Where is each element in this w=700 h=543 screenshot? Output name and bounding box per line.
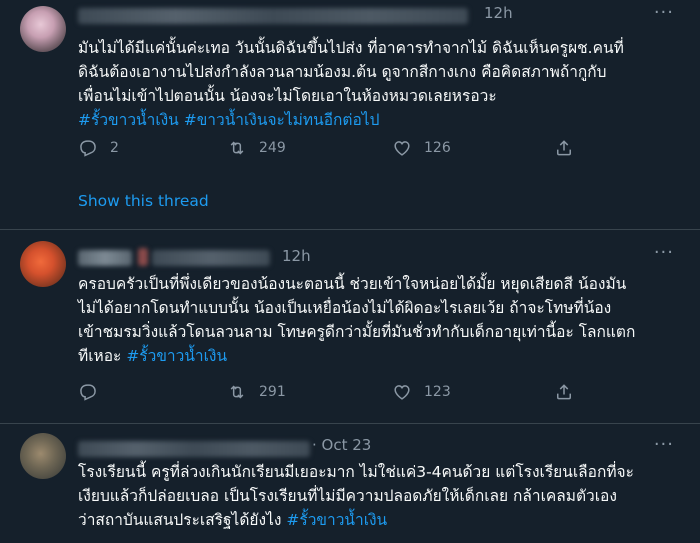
reply-icon (80, 140, 96, 157)
retweet-count: 291 (259, 384, 286, 400)
tweet-text-line: ครอบครัวเป็นที่พึ่งเดียวของน้องนะตอนนี้ … (78, 275, 627, 293)
tweet-text-line: เงียบแล้วก็ปล่อยเบลอ เป็นโรงเรียนที่ไม่ม… (78, 487, 617, 505)
reply-button[interactable] (78, 380, 110, 404)
tweet-text-line: ทีเหอะ (78, 347, 122, 365)
heart-icon (394, 141, 410, 156)
more-icon[interactable]: ··· (654, 242, 674, 263)
reply-count: 2 (110, 140, 119, 156)
hashtag-link[interactable]: #รั้วขาวน้ำเงิน (78, 111, 179, 129)
author-name-blurred[interactable] (78, 8, 468, 24)
tweet-text-line: ว่าสถาบันแสนประเสริฐได้ยังไง (78, 511, 282, 529)
author-badge-blurred (138, 248, 148, 266)
share-icon (557, 140, 571, 156)
author-name-blurred[interactable] (78, 250, 132, 266)
retweet-button[interactable]: 291 (227, 380, 286, 404)
tweet-actions: 2 249 126 (78, 136, 598, 160)
tweet-text-line: ดิฉันต้องเอางานไปส่งกำลังลวนลามน้องม.ต้น… (78, 63, 607, 81)
tweet-text-line: เพื่อนไม่เข้าไปตอนนั้น น้องจะไม่โดยเอาใน… (78, 87, 497, 105)
hashtag-link[interactable]: #รั้วขาวน้ำเงิน (286, 511, 387, 529)
hashtag-link[interactable]: #ขาวน้ำเงินจะไม่ทนอีกต่อไป (184, 111, 380, 129)
heart-icon (394, 385, 410, 400)
tweet-text: ครอบครัวเป็นที่พึ่งเดียวของน้องนะตอนนี้ … (78, 272, 690, 368)
avatar[interactable] (20, 6, 66, 52)
tweet-text-line: มันไม่ได้มีแค่นั้นค่ะเทอ วันนั้นดิฉันขึ้… (78, 39, 624, 57)
tweet-actions: 291 123 (78, 380, 598, 404)
more-icon[interactable]: ··· (654, 434, 674, 455)
retweet-count: 249 (259, 140, 286, 156)
divider (0, 229, 700, 230)
share-button[interactable] (554, 136, 574, 160)
tweet-timestamp[interactable]: 12h (282, 247, 311, 265)
tweet-timestamp[interactable]: 12h (484, 4, 513, 22)
retweet-button[interactable]: 249 (227, 136, 286, 160)
like-button[interactable]: 123 (392, 380, 451, 404)
reply-icon (80, 384, 96, 401)
show-thread-link[interactable]: Show this thread (78, 192, 209, 210)
avatar[interactable] (20, 241, 66, 287)
retweet-icon (230, 385, 244, 399)
avatar[interactable] (20, 433, 66, 479)
tweet-text-line: โรงเรียนนี้ ครูที่ล่วงเกินนักเรียนมีเยอะ… (78, 463, 634, 481)
author-name-blurred[interactable] (78, 441, 310, 457)
author-handle-blurred[interactable] (152, 250, 270, 266)
share-button[interactable] (554, 380, 574, 404)
retweet-icon (230, 141, 244, 155)
like-count: 123 (424, 384, 451, 400)
hashtag-link[interactable]: #รั้วขาวน้ำเงิน (126, 347, 227, 365)
tweet-text-line: ไม่ได้อยากโดนทำแบบนั้น น้องเป็นเหยื่อน้อ… (78, 299, 612, 317)
tweet-text: มันไม่ได้มีแค่นั้นค่ะเทอ วันนั้นดิฉันขึ้… (78, 36, 690, 132)
more-icon[interactable]: ··· (654, 2, 674, 23)
tweet-text: โรงเรียนนี้ ครูที่ล่วงเกินนักเรียนมีเยอะ… (78, 460, 690, 532)
tweet-timestamp[interactable]: · Oct 23 (312, 436, 371, 454)
like-count: 126 (424, 140, 451, 156)
share-icon (557, 384, 571, 400)
tweet-text-line: เข้าชมรมวิ่งแล้วโดนลวนลาม โทษครูดีกว่ามั… (78, 323, 636, 341)
reply-button[interactable]: 2 (78, 136, 119, 160)
like-button[interactable]: 126 (392, 136, 451, 160)
divider (0, 423, 700, 424)
